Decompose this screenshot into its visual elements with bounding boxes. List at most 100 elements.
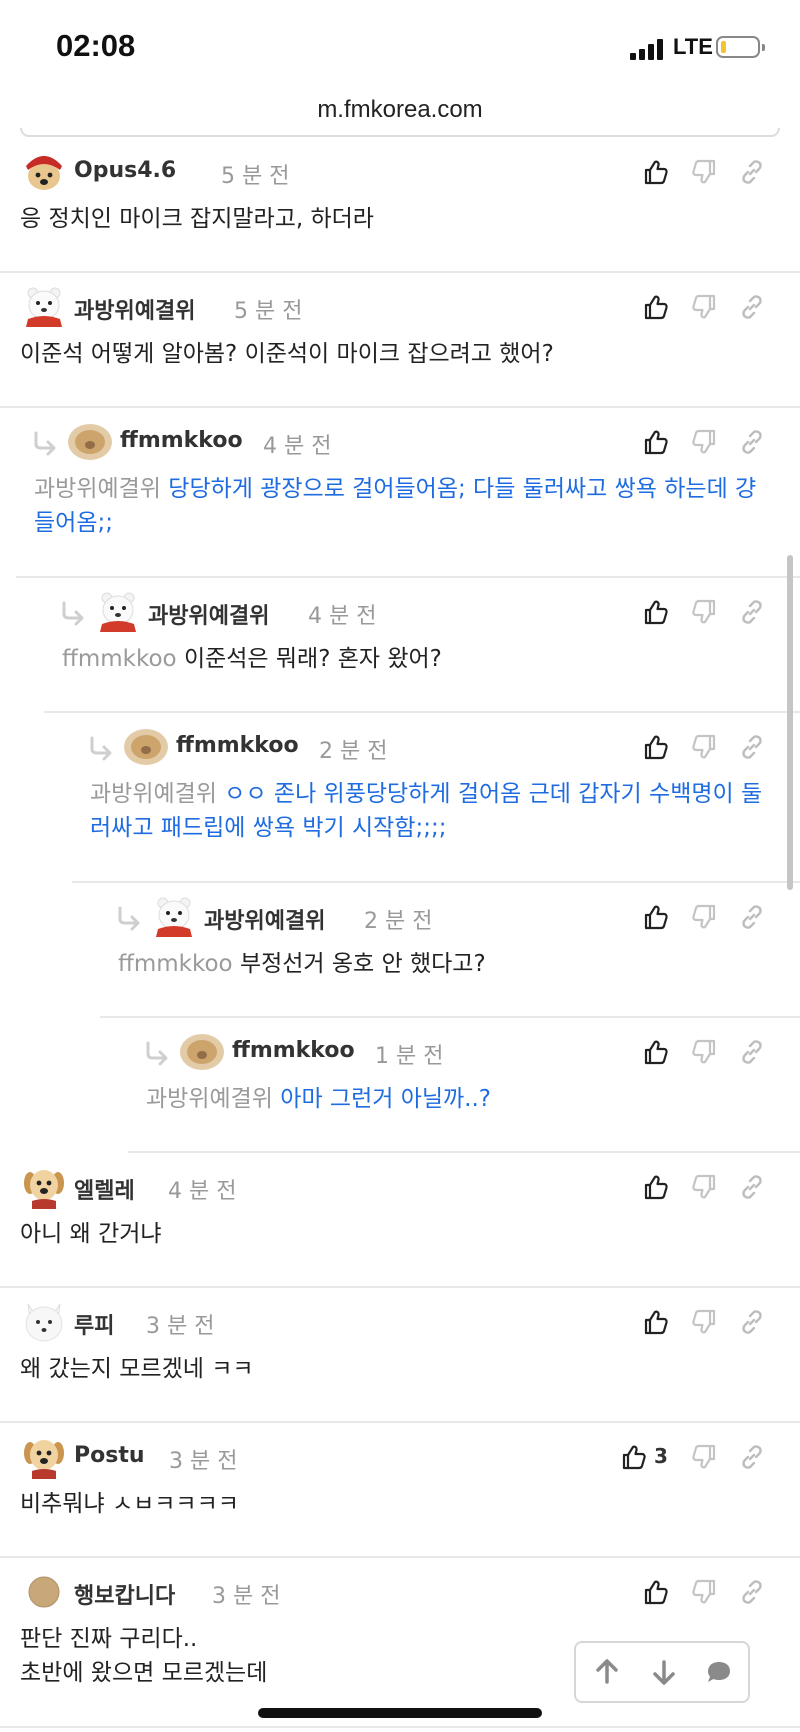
link-icon [738,733,766,761]
dislike-button[interactable] [690,598,718,626]
comment-time: 3 분 전 [212,1584,281,1609]
reply-arrow-icon [32,430,62,463]
comment-bubble-icon [708,1662,730,1682]
mention-user[interactable]: 과방위예결위 [90,781,217,807]
comment-item: 과방위예결위 2 분 전 ffmmkkoo 부정선거 옹호 안 했다고? [100,883,800,1018]
section-divider [20,128,780,137]
avatar[interactable] [20,283,68,327]
scroll-down-button[interactable] [649,1657,679,1687]
link-button[interactable] [738,1038,766,1066]
mention-user[interactable]: 과방위예결위 [146,1086,273,1112]
comment-actions [620,293,780,321]
link-icon [738,1038,766,1066]
dislike-button[interactable] [690,1173,718,1201]
comment-author[interactable]: 루피 [74,1308,114,1340]
like-button[interactable] [620,1443,648,1471]
comment-author[interactable]: 과방위예결위 [204,903,325,935]
dislike-button[interactable] [690,428,718,456]
like-button[interactable] [642,1578,670,1606]
thumbs-up-icon [642,1578,670,1606]
comment-text: 아니 왜 간거냐 [20,1221,162,1247]
thumbs-up-icon [642,428,670,456]
comment-time: 4 분 전 [263,434,332,459]
dislike-button[interactable] [690,903,718,931]
link-button[interactable] [738,1308,766,1336]
scroll-up-button[interactable] [592,1657,622,1687]
comments-button[interactable] [704,1657,734,1687]
thumbs-down-icon [690,158,718,186]
comment-actions [620,158,780,186]
avatar[interactable] [94,588,142,632]
avatar[interactable] [20,148,68,192]
comment-actions [620,1038,780,1066]
comment-body: 이준석 어떻게 알아봄? 이준석이 마이크 잡으려고 했어? [0,337,800,371]
link-button[interactable] [738,1443,766,1471]
like-button[interactable] [642,428,670,456]
like-button[interactable] [642,293,670,321]
comment-time: 2 분 전 [319,739,388,764]
dislike-button[interactable] [690,1443,718,1471]
like-button[interactable] [642,733,670,761]
comment-item: 엘렐레 4 분 전 아니 왜 간거냐 [0,1153,800,1288]
dislike-button[interactable] [690,158,718,186]
comment-text: 아마 그런거 아닐까..? [280,1086,492,1112]
like-button[interactable] [642,1173,670,1201]
link-button[interactable] [738,733,766,761]
comment-actions [620,428,780,456]
link-button[interactable] [738,1173,766,1201]
comment-item: ffmmkkoo 4 분 전과방위예결위 당당하게 광장으로 걸어들어옴; 다들 … [16,408,800,578]
avatar[interactable] [20,1433,68,1479]
like-button[interactable] [642,1038,670,1066]
status-bar: 02:08 LTE [0,0,800,96]
comment-text: 이준석은 뭐래? 혼자 왔어? [183,646,442,672]
dislike-button[interactable] [690,1038,718,1066]
avatar[interactable] [178,1028,226,1072]
avatar[interactable] [20,1298,68,1342]
comment-actions [620,1308,780,1336]
dislike-button[interactable] [690,1578,718,1606]
like-button[interactable] [642,1308,670,1336]
avatar[interactable] [66,418,114,462]
scrollbar[interactable] [787,555,793,890]
comment-author[interactable]: Postu [74,1443,145,1468]
link-button[interactable] [738,428,766,456]
mention-user[interactable]: ffmmkkoo [62,646,177,672]
thumbs-down-icon [690,733,718,761]
like-button[interactable] [642,903,670,931]
comment-text: 판단 진짜 구리다.. 초반에 왔으면 모르겠는데 [20,1626,268,1686]
like-button[interactable] [642,598,670,626]
signal-icon [630,38,668,60]
link-button[interactable] [738,903,766,931]
link-button[interactable] [738,293,766,321]
comment-author[interactable]: ffmmkkoo [120,428,243,453]
comment-author[interactable]: ffmmkkoo [176,733,299,758]
link-button[interactable] [738,1578,766,1606]
comment-author[interactable]: 엘렐레 [74,1173,135,1205]
comment-body: 과방위예결위 당당하게 광장으로 걸어들어옴; 다들 둘러싸고 쌍욕 하는데 걍… [16,472,800,540]
comment-author[interactable]: 행보캅니다 [74,1578,175,1610]
comment-time: 1 분 전 [375,1044,444,1069]
link-icon [738,1308,766,1336]
comment-author[interactable]: 과방위예결위 [148,598,269,630]
like-button[interactable] [642,158,670,186]
comment-body: 아니 왜 간거냐 [0,1217,800,1251]
avatar[interactable] [20,1568,68,1612]
mention-user[interactable]: ffmmkkoo [118,951,233,977]
comment-author[interactable]: 과방위예결위 [74,293,195,325]
thumbs-up-icon [642,1308,670,1336]
comment-text: 부정선거 옹호 안 했다고? [239,951,486,977]
link-button[interactable] [738,598,766,626]
mention-user[interactable]: 과방위예결위 [34,476,161,502]
dislike-button[interactable] [690,1308,718,1336]
reply-arrow-icon [116,905,146,938]
comment-author[interactable]: Opus4.6 [74,158,176,183]
comment-author[interactable]: ffmmkkoo [232,1038,355,1063]
dislike-button[interactable] [690,733,718,761]
link-button[interactable] [738,158,766,186]
thumbs-up-icon [642,1038,670,1066]
comment-item: Postu 3 분 전 3 비추뭐냐 ㅅㅂㅋㅋㅋㅋ [0,1423,800,1558]
dislike-button[interactable] [690,293,718,321]
avatar[interactable] [20,1163,68,1209]
avatar[interactable] [122,723,170,767]
avatar[interactable] [150,893,198,937]
